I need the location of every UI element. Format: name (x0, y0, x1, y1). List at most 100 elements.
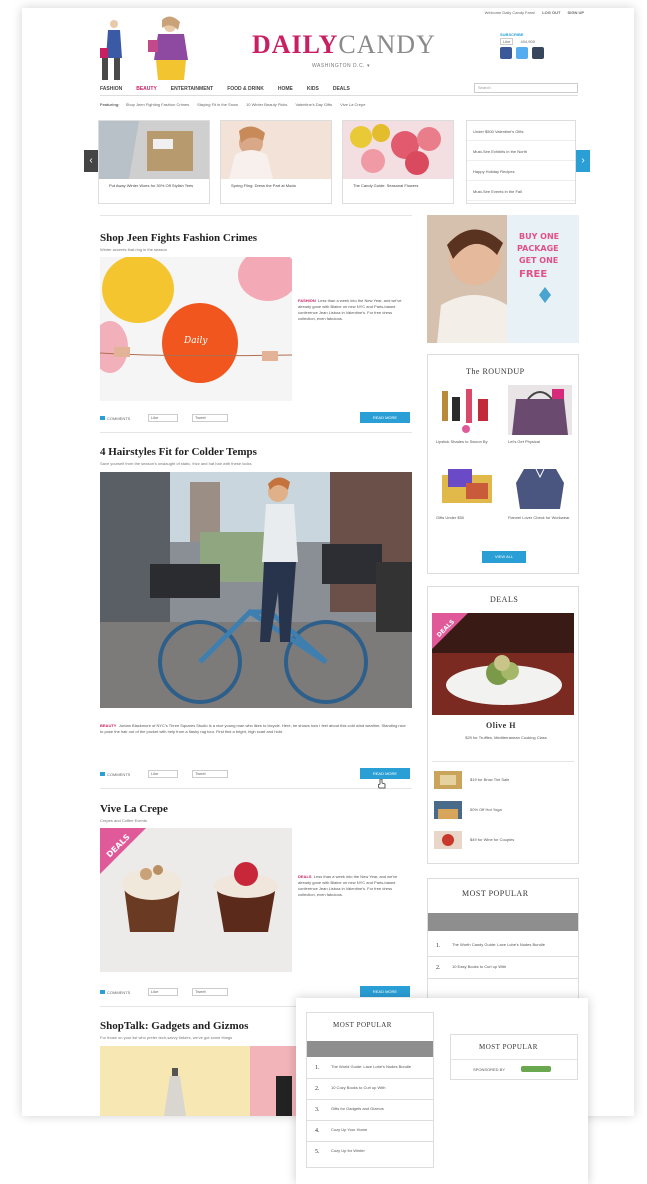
like-button[interactable]: Like (148, 988, 178, 996)
popular-item[interactable]: 3. Gifts for Gadgets and Gizmos (307, 1101, 433, 1121)
roundup-item-label[interactable]: Flannel Lover Check for Workwear (508, 515, 572, 520)
carousel-image (343, 121, 453, 179)
ad-text: BUY ONE (519, 232, 559, 241)
popular-rank: 1. (436, 943, 441, 949)
carousel-list-item[interactable]: Must-See Exhibits in the North (467, 141, 575, 161)
hand-cursor-icon (378, 779, 386, 789)
roundup-item-label[interactable]: Gifts Under $50 (436, 515, 464, 520)
carousel-list-item[interactable]: Must-See Events in the Fall (467, 181, 575, 201)
read-more-button[interactable]: READ MORE (360, 986, 410, 997)
deal-description: $29 for Truffles, Mediterranean Cooking … (465, 735, 547, 740)
like-button[interactable]: Like (148, 414, 178, 422)
location-selector[interactable]: WASHINGTON D.C. ▾ (312, 63, 370, 69)
logout-link[interactable]: LOG OUT (542, 10, 560, 15)
twitter-icon[interactable] (516, 47, 529, 59)
featuring-link[interactable]: Shop Jeen Fighting Fashion Crimes (126, 102, 190, 107)
featuring-link[interactable]: 10 Winter Beauty Picks (246, 102, 287, 107)
article-title[interactable]: Shop Jeen Fights Fashion Crimes (100, 232, 257, 244)
signup-link[interactable]: SIGN UP (568, 10, 584, 15)
deal-thumb[interactable] (434, 771, 462, 789)
gadgets-image[interactable] (100, 1046, 300, 1116)
tweet-button[interactable]: Tweet (192, 414, 228, 422)
carousel-card[interactable]: Put Away Winter Woes for 30% Off Stylish… (98, 120, 210, 204)
roundup-image[interactable] (436, 461, 500, 511)
carousel-list-item[interactable]: Under $500 Valentine's Gifts (467, 121, 575, 141)
deal-item[interactable]: $49 for Wine for Couples (470, 837, 514, 842)
featuring-link[interactable]: Staying Fit in the Snow (197, 102, 238, 107)
popular-rank: 5. (315, 1149, 320, 1155)
article-title[interactable]: ShopTalk: Gadgets and Gizmos (100, 1020, 248, 1032)
carousel-next-button[interactable]: › (576, 150, 590, 172)
carousel-prev-button[interactable]: ‹ (84, 150, 98, 172)
category-label[interactable]: FASHION (298, 298, 316, 303)
nav-deals[interactable]: DEALS (333, 86, 350, 92)
site-logo[interactable]: DAILYCANDY (252, 30, 436, 60)
comments-link[interactable]: COMMENTS (100, 416, 130, 421)
deal-item[interactable]: 50% Off Hot Yoga (470, 807, 502, 812)
view-all-button[interactable]: VIEW ALL (482, 551, 526, 563)
article-subtitle: Winter accents that ring in the season (100, 247, 167, 252)
carousel-list-item[interactable]: Happy Holiday Recipes (467, 161, 575, 181)
read-more-button[interactable]: READ MORE (360, 412, 410, 423)
social-block: SUBSCRIBE Like 404,900 (500, 32, 590, 60)
roundup-item-label[interactable]: Let's Get Physical (508, 439, 540, 444)
popular-rank: 4. (315, 1128, 320, 1134)
category-label[interactable]: DEALS (298, 874, 312, 879)
carousel-card[interactable]: Spring Fling: Dress the Part at Moda (220, 120, 332, 204)
tweet-button[interactable]: Tweet (192, 988, 228, 996)
subscribe-link[interactable]: SUBSCRIBE (500, 32, 590, 37)
balloons-image[interactable]: Daily (100, 257, 292, 401)
roundup-image[interactable] (508, 385, 572, 435)
popular-item[interactable]: 2. 10 Cozy Books to Curl up With (307, 1080, 433, 1100)
nav-fashion[interactable]: FASHION (100, 86, 122, 92)
deal-thumb[interactable] (434, 831, 462, 849)
comments-link[interactable]: COMMENTS (100, 990, 130, 995)
search-input[interactable]: Search (474, 83, 578, 93)
ad-banner[interactable]: BUY ONE PACKAGE GET ONE FREE (427, 215, 579, 343)
tumblr-icon[interactable] (532, 47, 545, 59)
nav-kids[interactable]: KIDS (307, 86, 319, 92)
deals-title: DEALS (490, 595, 519, 604)
popular-rank: 1. (315, 1065, 320, 1071)
article-body: DEALS Less than a week into the New Year… (298, 874, 408, 898)
read-more-button[interactable]: READ MORE (360, 768, 410, 779)
deal-item[interactable]: $19 for Brow Tint Sale (470, 777, 509, 782)
popular-item[interactable]: 4. Cozy Up Your Home (307, 1122, 433, 1142)
like-button[interactable]: Like (148, 770, 178, 778)
popular-item[interactable]: 5. Cozy Up for Winter (307, 1143, 433, 1163)
article-text: Less than a week into the New Year, and … (298, 874, 398, 897)
nav-home[interactable]: HOME (278, 86, 293, 92)
roundup-image[interactable] (508, 461, 572, 511)
comments-link[interactable]: COMMENTS (100, 772, 130, 777)
cyclist-image[interactable] (100, 472, 412, 708)
like-button[interactable]: Like (500, 38, 514, 45)
article-body: FASHION Less than a week into the New Ye… (298, 298, 408, 322)
article-title[interactable]: Vive La Crepe (100, 803, 168, 815)
featuring-label: Featuring: (100, 102, 120, 107)
featuring-link[interactable]: Valentine's Day Gifts (295, 102, 332, 107)
popular-title: The Worth Candy Guide: Lace Lobe's Nudes… (452, 942, 545, 947)
featuring-link[interactable]: Vive La Crepe (340, 102, 365, 107)
nav-beauty[interactable]: BEAUTY (136, 86, 157, 92)
nav-food-drink[interactable]: FOOD & DRINK (227, 86, 264, 92)
category-label[interactable]: BEAUTY (100, 723, 116, 728)
sponsor-logo[interactable] (521, 1066, 551, 1072)
roundup-item-label[interactable]: Lipstick Shades to Swoon By (436, 439, 500, 444)
popular-item[interactable]: 1. The World Guide: Lace Lobe's Nudes Bu… (307, 1059, 433, 1079)
roundup-image[interactable] (436, 385, 500, 435)
ad-text: PACKAGE (517, 244, 559, 253)
deal-image[interactable]: DEALS (432, 613, 574, 715)
deal-thumb[interactable] (434, 801, 462, 819)
cupcakes-image[interactable]: DEALS (100, 828, 292, 972)
roundup-box: The ROUNDUP Lipstick Shades to Swoon By … (427, 354, 579, 574)
facebook-icon[interactable] (500, 47, 512, 59)
article-title[interactable]: 4 Hairstyles Fit for Colder Temps (100, 446, 257, 458)
nav-entertainment[interactable]: ENTERTAINMENT (171, 86, 213, 92)
tweet-button[interactable]: Tweet (192, 770, 228, 778)
popular-item[interactable]: 1. The Worth Candy Guide: Lace Lobe's Nu… (428, 937, 578, 957)
popular-title: Gifts for Gadgets and Gizmos (331, 1106, 384, 1111)
carousel-card[interactable]: The Candy Guide: Seasonal Flowers (342, 120, 454, 204)
popular-item[interactable]: 2. 10 Easy Books to Curl up With (428, 959, 578, 979)
deal-name[interactable]: Olive H (486, 721, 516, 730)
featuring-bar: Featuring: Shop Jeen Fighting Fashion Cr… (100, 100, 578, 109)
